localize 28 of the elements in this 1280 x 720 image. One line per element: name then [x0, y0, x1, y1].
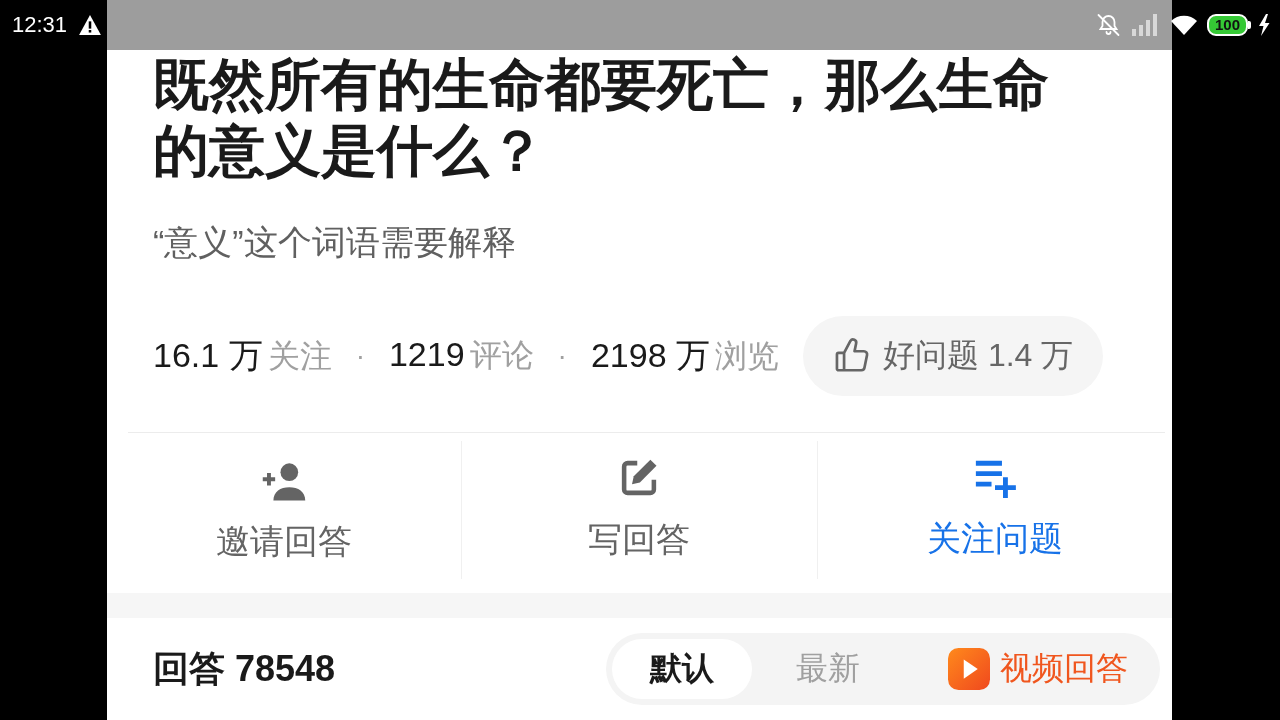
play-icon: [948, 648, 990, 690]
question-description: “意义”这个词语需要解释: [153, 222, 517, 263]
action-button[interactable]: 邀请回答: [206, 455, 363, 571]
stat-value: 2198 万: [590, 335, 710, 376]
separator-dot: ·: [557, 340, 567, 372]
stat-value: 1219: [388, 335, 465, 374]
list-plus-icon: [973, 458, 1016, 498]
video-answer-button[interactable]: 视频回答: [904, 639, 1154, 699]
good-question-button[interactable]: 好问题 1.4 万: [803, 316, 1104, 396]
warning-icon: [79, 15, 102, 35]
separator-dot: ·: [355, 340, 365, 372]
person-plus-icon: [261, 461, 308, 501]
thumbs-up-icon: [833, 337, 871, 375]
answers-count: 回答 78548: [153, 646, 336, 691]
question-title: 既然所有的生命都要死亡，那么生命的意义是什么？: [153, 52, 1050, 184]
sort-tab[interactable]: 默认: [612, 639, 752, 699]
lightning-icon: [1258, 14, 1270, 36]
status-time: 12:31: [12, 12, 68, 38]
action-button[interactable]: 关注问题: [916, 452, 1073, 568]
stat-label: 评论: [469, 336, 534, 375]
battery-indicator: 100: [1206, 14, 1251, 36]
stat-label: 关注: [267, 337, 332, 376]
wifi-icon: [1170, 15, 1197, 35]
signal-icon: [1130, 14, 1159, 36]
bell-off-icon: [1095, 13, 1121, 37]
action-button[interactable]: 写回答: [578, 451, 701, 569]
stat-value: 16.1 万: [153, 335, 263, 376]
stat-label: 浏览: [715, 337, 779, 376]
